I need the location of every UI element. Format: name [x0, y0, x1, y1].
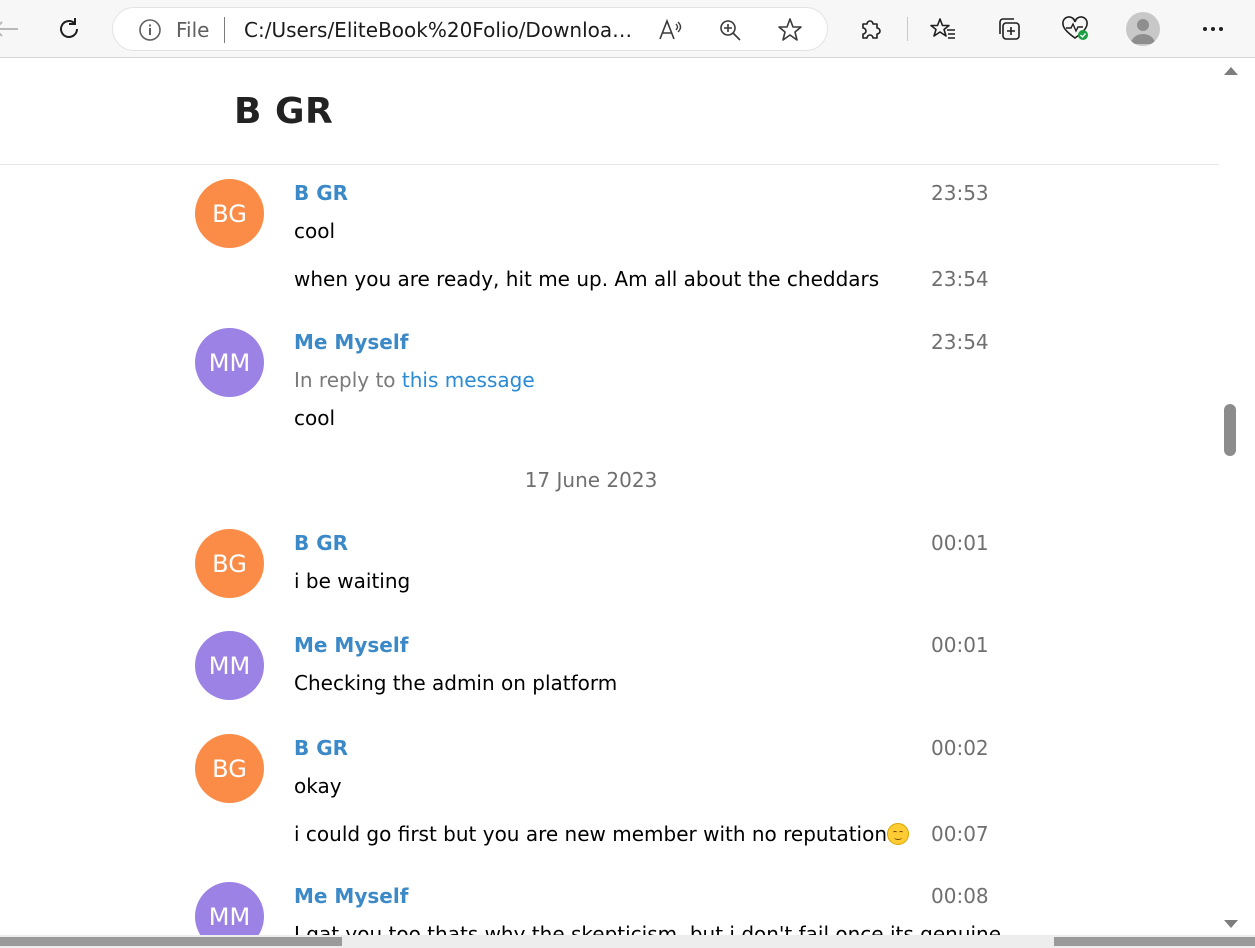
message-sender[interactable]: B GR	[294, 181, 348, 205]
message-text: I gat you too thats why the skepticism, …	[294, 922, 1002, 935]
message-sender[interactable]: Me Myself	[294, 633, 408, 657]
message-text: i could go first but you are new member …	[294, 822, 888, 846]
page-title: B GR	[234, 91, 334, 132]
message-text: i be waiting	[294, 569, 411, 593]
message-text: okay	[294, 774, 342, 798]
message-time: 23:54	[931, 330, 989, 354]
address-url[interactable]: C:/Users/EliteBook%20Folio/Downloads/...	[244, 19, 639, 41]
message-time: 00:07	[931, 822, 989, 846]
browser-essentials-icon[interactable]	[1060, 14, 1090, 44]
toolbar-divider	[907, 17, 908, 41]
page-header: B GR	[0, 58, 1219, 165]
message-sender[interactable]: B GR	[294, 531, 348, 555]
message-time: 00:02	[931, 736, 989, 760]
scrollbar-thumb[interactable]	[1224, 404, 1236, 456]
scroll-up-arrow-icon[interactable]	[1224, 67, 1238, 75]
message-text: cool	[294, 406, 336, 430]
message-text: Checking the admin on platform	[294, 671, 618, 695]
message-time: 00:01	[931, 531, 989, 555]
taskbar-segment	[1054, 937, 1255, 946]
message-history: BG B GR 23:53 cool 23:54 when you are re…	[0, 165, 1219, 935]
reply-reference: In reply to this message	[294, 368, 535, 392]
scroll-down-arrow-icon[interactable]	[1224, 920, 1238, 928]
address-bar[interactable]: File C:/Users/EliteBook%20Folio/Download…	[112, 7, 828, 51]
zoom-icon[interactable]	[716, 16, 744, 44]
message-text: when you are ready, hit me up. Am all ab…	[294, 267, 880, 291]
more-menu-icon[interactable]	[1198, 14, 1228, 44]
collections-icon[interactable]	[994, 14, 1024, 44]
favorite-star-icon[interactable]	[776, 16, 804, 44]
message-time: 00:01	[931, 633, 989, 657]
message-text: cool	[294, 219, 336, 243]
message-time: 00:08	[931, 884, 989, 908]
favorites-icon[interactable]	[928, 14, 958, 44]
smiling-face-emoji-icon	[887, 823, 910, 845]
avatar: BG	[195, 734, 264, 803]
reply-link[interactable]: this message	[402, 368, 535, 392]
message-text-with-emoji: i could go first but you are new member …	[294, 822, 910, 846]
extensions-icon[interactable]	[855, 14, 885, 44]
message-time: 23:53	[931, 181, 989, 205]
vertical-scrollbar[interactable]	[1219, 58, 1255, 935]
message-sender[interactable]: B GR	[294, 736, 348, 760]
avatar: BG	[195, 529, 264, 598]
taskbar-segment	[0, 937, 342, 946]
date-separator: 17 June 2023	[524, 468, 658, 492]
profile-avatar-icon[interactable]	[1126, 12, 1160, 46]
horizontal-scrollbar[interactable]	[0, 935, 1255, 948]
info-icon[interactable]	[139, 19, 161, 41]
back-arrow-icon[interactable]	[0, 16, 20, 42]
address-scheme-label: File	[176, 18, 210, 42]
reply-prefix: In reply to	[294, 368, 396, 392]
message-sender[interactable]: Me Myself	[294, 884, 408, 908]
message-time: 23:54	[931, 267, 989, 291]
message-sender[interactable]: Me Myself	[294, 330, 408, 354]
address-divider	[224, 17, 225, 43]
refresh-icon[interactable]	[54, 14, 84, 44]
read-aloud-icon[interactable]	[657, 16, 685, 44]
avatar: MM	[195, 882, 264, 935]
browser-toolbar: File C:/Users/EliteBook%20Folio/Download…	[0, 0, 1255, 58]
avatar: BG	[195, 179, 264, 248]
avatar: MM	[195, 328, 264, 397]
avatar: MM	[195, 631, 264, 700]
